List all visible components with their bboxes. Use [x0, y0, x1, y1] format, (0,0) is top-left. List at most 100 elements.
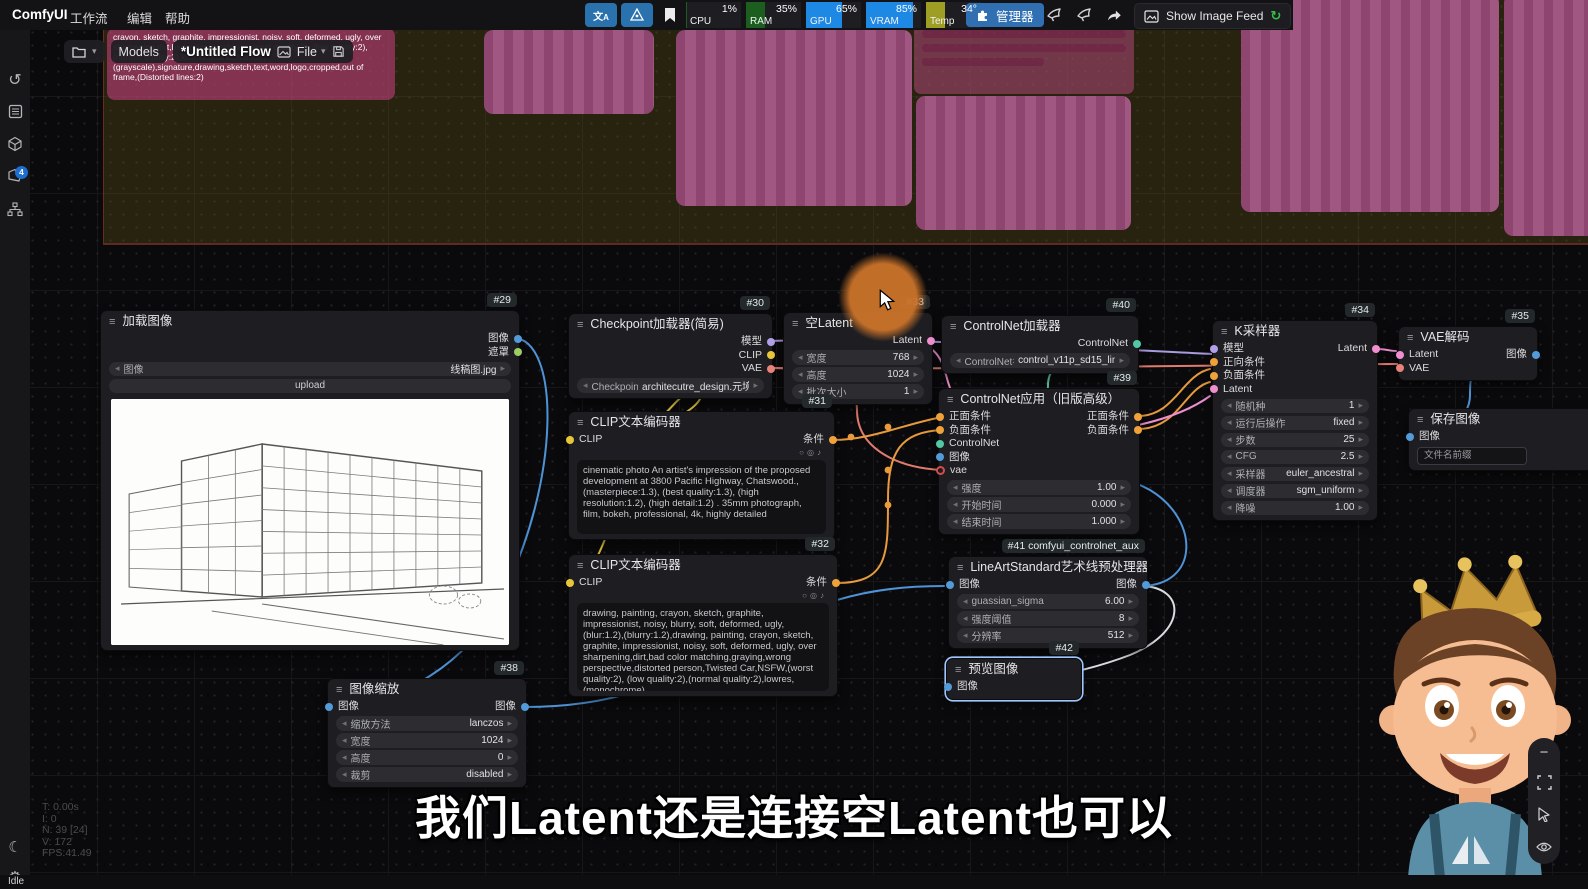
- theme-toggle[interactable]: ☾: [0, 838, 30, 856]
- node-31[interactable]: #31≡CLIP文本编码器CLIP条件○◎♪cinematic photo An…: [568, 411, 835, 540]
- input-slot[interactable]: 正面条件: [939, 410, 991, 424]
- output-dot[interactable]: [521, 703, 529, 711]
- mini-icon[interactable]: ◎: [810, 591, 820, 600]
- output-dot[interactable]: [832, 579, 840, 587]
- output-slot[interactable]: 图像: [488, 332, 519, 346]
- arrow-right-icon[interactable]: ▸: [500, 363, 505, 374]
- arrow-left-icon[interactable]: ◂: [1227, 502, 1232, 513]
- output-dot[interactable]: [767, 351, 775, 359]
- arrow-left-icon[interactable]: ◂: [963, 630, 968, 641]
- input-slot[interactable]: VAE: [1399, 362, 1429, 376]
- output-dot[interactable]: [1532, 351, 1540, 359]
- widget-combo[interactable]: ◂Checkpoint名称architecutre_design.元境筑-Yua…: [577, 378, 764, 393]
- input-dot[interactable]: [1210, 385, 1218, 393]
- arrow-right-icon[interactable]: ▸: [507, 718, 512, 729]
- translate-button[interactable]: 文A: [585, 3, 617, 27]
- workflow-folder-button[interactable]: ▾: [64, 40, 105, 63]
- arrow-left-icon[interactable]: ◂: [1227, 451, 1232, 462]
- arrow-right-icon[interactable]: ▸: [507, 752, 512, 763]
- output-dot[interactable]: [1372, 345, 1380, 353]
- input-slot[interactable]: 图像: [949, 578, 980, 592]
- input-dot[interactable]: [325, 703, 333, 711]
- models-button[interactable]: [0, 136, 30, 157]
- input-slot[interactable]: 图像: [328, 700, 359, 714]
- node-collapse-icon[interactable]: ≡: [109, 316, 115, 328]
- workflow-tab[interactable]: *Untitled Flow File ▾: [173, 40, 353, 63]
- arrow-left-icon[interactable]: ◂: [953, 499, 958, 510]
- widget-combo[interactable]: ◂结束时间1.000▸: [947, 514, 1131, 529]
- node-collapse-icon[interactable]: ≡: [1407, 332, 1413, 344]
- logo-button[interactable]: [621, 3, 653, 27]
- node-collapse-icon[interactable]: ≡: [950, 321, 956, 333]
- arrow-right-icon[interactable]: ▸: [913, 352, 918, 363]
- node-collapse-icon[interactable]: ≡: [955, 664, 961, 676]
- node-collapse-icon[interactable]: ≡: [577, 319, 583, 331]
- arrow-right-icon[interactable]: ▸: [1358, 485, 1363, 496]
- output-slot[interactable]: 条件: [806, 576, 837, 590]
- widget-combo[interactable]: ◂调度器sgm_uniform▸: [1221, 484, 1369, 499]
- node-35[interactable]: #35≡VAE解码Latent图像VAE: [1398, 326, 1538, 381]
- output-slot[interactable]: 图像: [1506, 348, 1537, 362]
- mini-icon[interactable]: ○: [802, 591, 810, 600]
- input-slot[interactable]: 模型: [1213, 342, 1244, 356]
- node-42[interactable]: #42≡预览图像图像: [946, 658, 1082, 700]
- arrow-left-icon[interactable]: ◂: [1227, 417, 1232, 428]
- queue-button[interactable]: [0, 104, 30, 124]
- node-29[interactable]: #29≡加载图像图像遮罩◂图像线稿图.jpg▸upload: [100, 310, 520, 651]
- widget-combo[interactable]: ◂裁剪disabled▸: [336, 767, 518, 782]
- node-32[interactable]: #32≡CLIP文本编码器CLIP条件○◎♪drawing, painting,…: [568, 554, 838, 697]
- horn-button-1[interactable]: [1042, 4, 1066, 26]
- arrow-left-icon[interactable]: ◂: [342, 735, 347, 746]
- output-dot[interactable]: [927, 337, 935, 345]
- output-slot[interactable]: 正面条件: [1087, 410, 1139, 424]
- node-collapse-icon[interactable]: ≡: [336, 684, 342, 696]
- zoom-out-button[interactable]: −: [1528, 744, 1560, 762]
- widget-combo[interactable]: ◂宽度768▸: [792, 350, 924, 365]
- output-dot[interactable]: [1133, 340, 1141, 348]
- input-dot[interactable]: [1396, 364, 1404, 372]
- arrow-right-icon[interactable]: ▸: [1128, 630, 1133, 641]
- output-dot[interactable]: [767, 338, 775, 346]
- save-icon[interactable]: [332, 45, 345, 58]
- arrow-right-icon[interactable]: ▸: [913, 386, 918, 397]
- widget-combo[interactable]: ◂图像线稿图.jpg▸: [109, 362, 511, 377]
- widget-combo[interactable]: ◂开始时间0.000▸: [947, 497, 1131, 512]
- input-dot[interactable]: [936, 413, 944, 421]
- widget-combo[interactable]: ◂宽度1024▸: [336, 733, 518, 748]
- arrow-right-icon[interactable]: ▸: [1120, 499, 1125, 510]
- arrow-right-icon[interactable]: ▸: [1358, 502, 1363, 513]
- node-40[interactable]: #40≡ControlNet加载器ControlNet◂ControlNet名称…: [941, 315, 1139, 374]
- widget-combo[interactable]: ◂ControlNet名称control_v11p_sd15_lineart.p…: [950, 353, 1130, 368]
- arrow-right-icon[interactable]: ▸: [507, 735, 512, 746]
- output-dot[interactable]: [767, 365, 775, 373]
- input-dot[interactable]: [1210, 358, 1218, 366]
- node-collapse-icon[interactable]: ≡: [577, 417, 583, 429]
- input-slot[interactable]: 负面条件: [939, 424, 991, 438]
- upload-button[interactable]: upload: [109, 379, 511, 394]
- arrow-right-icon[interactable]: ▸: [1358, 451, 1363, 462]
- arrow-left-icon[interactable]: ◂: [963, 596, 968, 607]
- input-slot[interactable]: CLIP: [569, 433, 602, 447]
- arrow-right-icon[interactable]: ▸: [1119, 355, 1124, 366]
- output-dot[interactable]: [1142, 581, 1150, 589]
- widget-combo[interactable]: ◂降噪1.00▸: [1221, 501, 1369, 516]
- arrow-left-icon[interactable]: ◂: [342, 769, 347, 780]
- node-34[interactable]: #34≡K采样器模型Latent正向条件负面条件Latent◂随机种1▸◂运行后…: [1212, 320, 1378, 521]
- output-dot[interactable]: [514, 348, 522, 356]
- node-library-button[interactable]: [0, 202, 30, 222]
- arrow-right-icon[interactable]: ▸: [1128, 613, 1133, 624]
- input-slot[interactable]: 正向条件: [1213, 356, 1265, 370]
- node-collapse-icon[interactable]: ≡: [792, 318, 798, 330]
- arrow-left-icon[interactable]: ◂: [956, 355, 961, 366]
- node-collapse-icon[interactable]: ≡: [577, 560, 583, 572]
- input-dot[interactable]: [936, 426, 944, 434]
- arrow-right-icon[interactable]: ▸: [1128, 596, 1133, 607]
- menu-workflow[interactable]: 工作流: [70, 8, 108, 27]
- input-dot[interactable]: [1210, 345, 1218, 353]
- output-slot[interactable]: 遮罩: [488, 346, 519, 360]
- input-dot[interactable]: [1396, 351, 1404, 359]
- widget-combo[interactable]: ◂运行后操作fixed▸: [1221, 416, 1369, 431]
- input-slot[interactable]: ControlNet: [939, 437, 999, 451]
- arrow-left-icon[interactable]: ◂: [953, 482, 958, 493]
- input-slot[interactable]: Latent: [1213, 383, 1252, 397]
